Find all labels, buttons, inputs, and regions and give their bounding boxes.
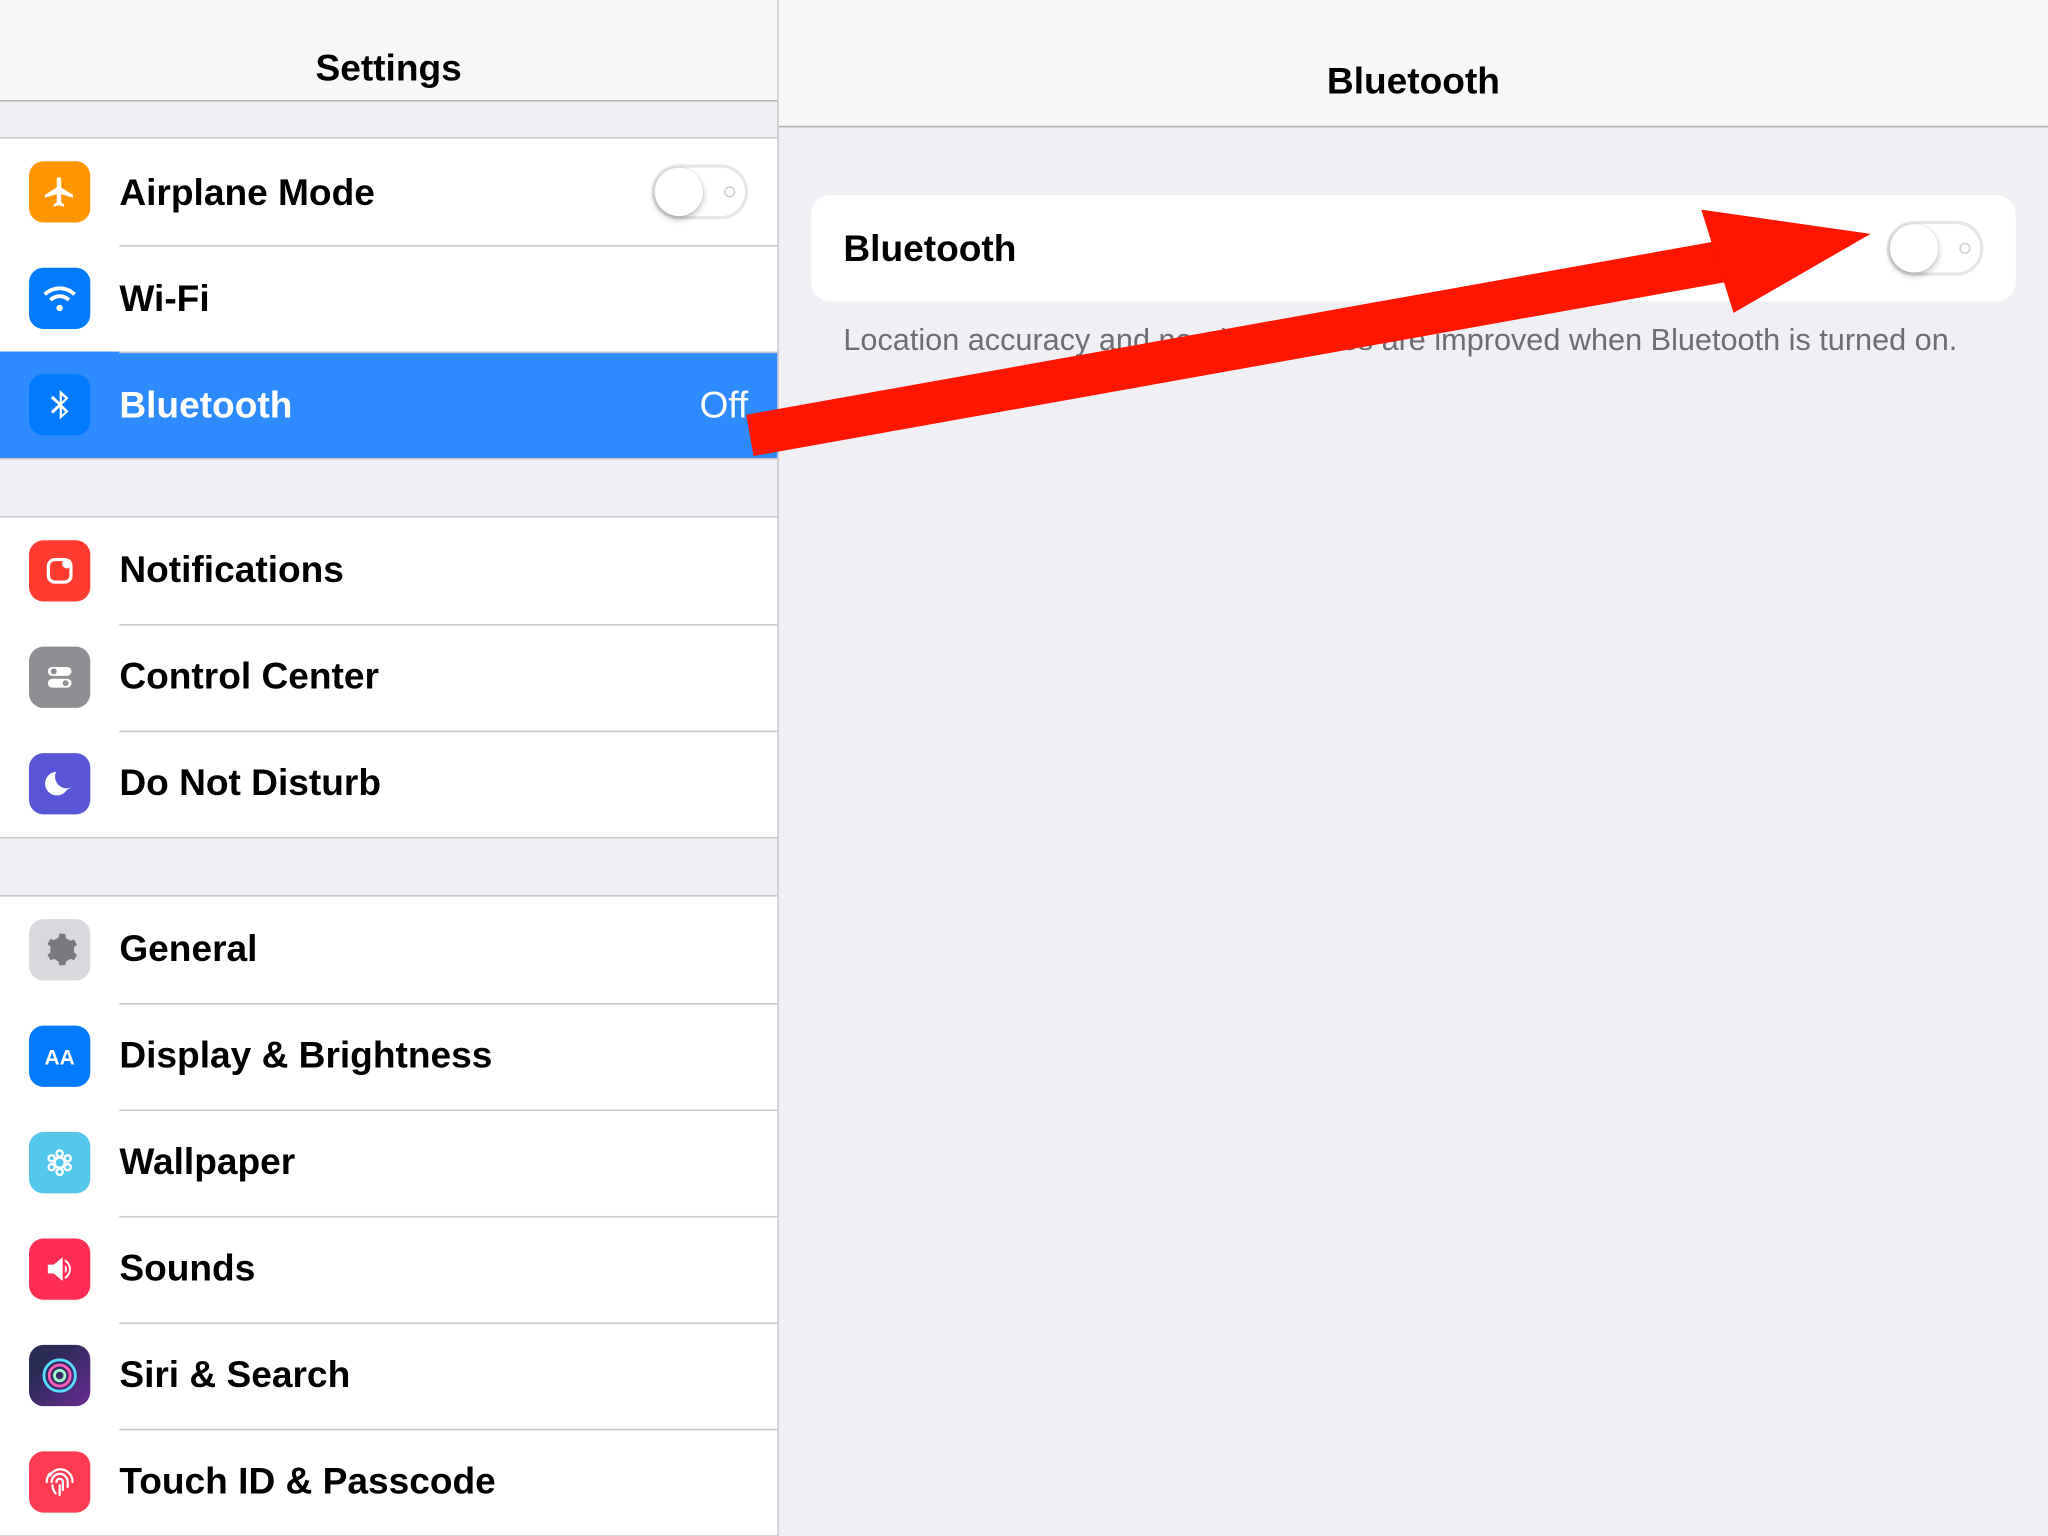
sidebar-item-notifications[interactable]: Notifications bbox=[0, 517, 777, 623]
settings-group-general: General AA Display & Brightness Wallpape… bbox=[0, 894, 777, 1536]
sidebar-item-airplane[interactable]: Airplane Mode bbox=[0, 139, 777, 245]
sidebar-item-wallpaper[interactable]: Wallpaper bbox=[0, 1109, 777, 1215]
sidebar-item-general[interactable]: General bbox=[0, 896, 777, 1002]
bluetooth-toggle[interactable] bbox=[1887, 221, 1984, 276]
fingerprint-icon bbox=[29, 1451, 90, 1512]
sidebar-item-wifi[interactable]: Wi-Fi bbox=[0, 245, 777, 351]
siri-icon bbox=[29, 1344, 90, 1405]
gear-icon bbox=[29, 918, 90, 979]
sidebar-item-controlcenter[interactable]: Control Center bbox=[0, 624, 777, 730]
bluetooth-icon bbox=[29, 374, 90, 435]
sidebar-item-label: Display & Brightness bbox=[119, 1034, 748, 1078]
sidebar-item-label: General bbox=[119, 927, 748, 971]
wallpaper-icon bbox=[29, 1131, 90, 1192]
settings-group-network: Airplane Mode Wi-Fi Bluetooth Off bbox=[0, 137, 777, 460]
bluetooth-toggle-row[interactable]: Bluetooth bbox=[811, 195, 2016, 301]
wifi-icon bbox=[29, 268, 90, 329]
airplane-icon bbox=[29, 161, 90, 222]
sidebar-item-label: Bluetooth bbox=[119, 383, 699, 427]
sidebar-item-label: Wallpaper bbox=[119, 1140, 748, 1184]
display-icon: AA bbox=[29, 1025, 90, 1086]
airplane-toggle[interactable] bbox=[651, 165, 748, 220]
notifications-icon bbox=[29, 540, 90, 601]
sidebar-item-dnd[interactable]: Do Not Disturb bbox=[0, 730, 777, 836]
sidebar-item-bluetooth[interactable]: Bluetooth Off bbox=[0, 352, 777, 458]
sidebar-item-label: Notifications bbox=[119, 549, 748, 593]
sidebar-item-label: Touch ID & Passcode bbox=[119, 1459, 748, 1503]
sidebar-item-display[interactable]: AA Display & Brightness bbox=[0, 1002, 777, 1108]
bluetooth-toggle-label: Bluetooth bbox=[843, 227, 1886, 271]
sounds-icon bbox=[29, 1238, 90, 1299]
svg-text:AA: AA bbox=[45, 1046, 75, 1069]
sidebar-item-label: Siri & Search bbox=[119, 1353, 748, 1397]
sidebar-item-label: Airplane Mode bbox=[119, 170, 651, 214]
detail-pane: Bluetooth Bluetooth Location accuracy an… bbox=[779, 0, 2048, 1536]
sidebar-title: Settings bbox=[0, 0, 777, 102]
detail-title: Bluetooth bbox=[779, 0, 2048, 127]
sidebar-item-siri[interactable]: Siri & Search bbox=[0, 1322, 777, 1428]
sidebar-item-label: Do Not Disturb bbox=[119, 762, 748, 806]
sidebar-item-label: Control Center bbox=[119, 655, 748, 699]
sidebar-item-label: Wi-Fi bbox=[119, 277, 748, 321]
moon-icon bbox=[29, 753, 90, 814]
sidebar-item-touchid[interactable]: Touch ID & Passcode bbox=[0, 1428, 777, 1534]
settings-sidebar: Settings Airplane Mode Wi-Fi bbox=[0, 0, 779, 1536]
sidebar-item-label: Sounds bbox=[119, 1247, 748, 1291]
settings-group-focus: Notifications Control Center Do Not Dist… bbox=[0, 516, 777, 839]
sidebar-item-sounds[interactable]: Sounds bbox=[0, 1215, 777, 1321]
bluetooth-status-value: Off bbox=[699, 383, 748, 427]
controlcenter-icon bbox=[29, 646, 90, 707]
bluetooth-footer-text: Location accuracy and nearby services ar… bbox=[811, 302, 2016, 364]
